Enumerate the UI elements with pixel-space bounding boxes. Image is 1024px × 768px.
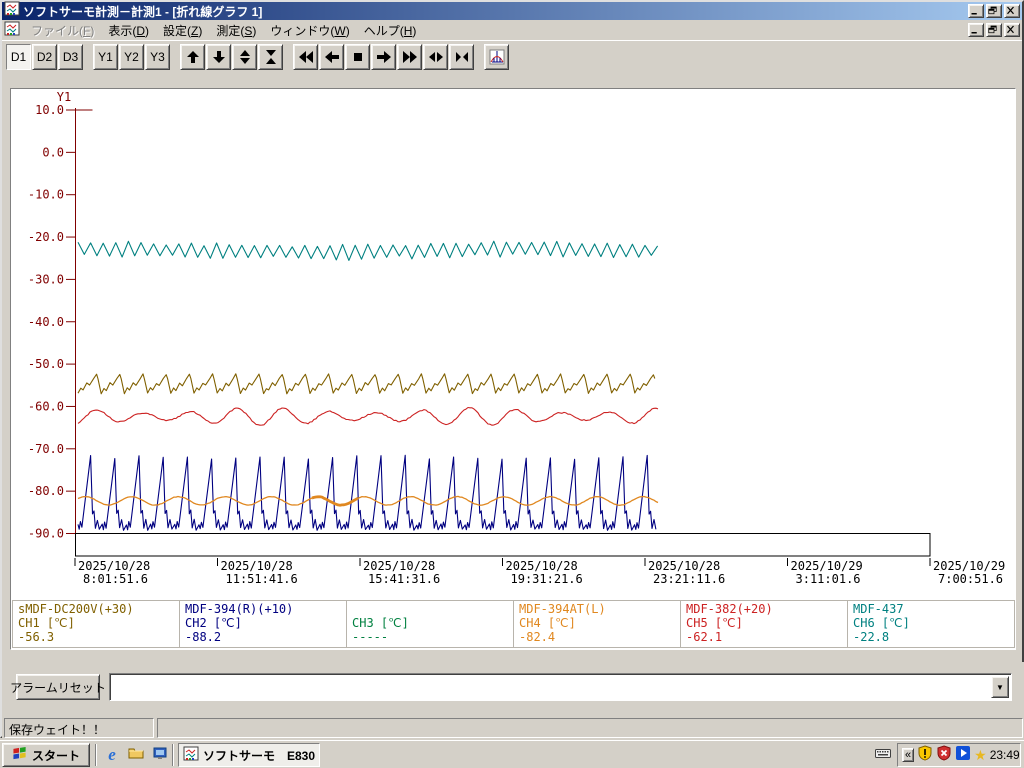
system-tray: « ★ 23:49 bbox=[897, 743, 1021, 767]
task-button-label: ソフトサーモ E830 bbox=[203, 747, 315, 764]
toolbar-button-fast-forward[interactable] bbox=[397, 44, 422, 70]
step-back-icon bbox=[324, 49, 340, 65]
toolbar-button-d2[interactable]: D2 bbox=[32, 44, 57, 70]
internet-explorer-icon[interactable]: e bbox=[102, 745, 122, 765]
arrow-down-icon bbox=[211, 49, 227, 65]
app-window: ソフトサーモ計測－計測1 - [折れ線グラフ 1] ファイル(F)表示(D)設定… bbox=[0, 0, 1024, 738]
status-message: 保存ウェイト！！ bbox=[4, 718, 154, 738]
toolbar-button-graph[interactable] bbox=[484, 44, 509, 70]
combo-dropdown-arrow-icon[interactable]: ▼ bbox=[991, 676, 1009, 698]
menu-item-3[interactable]: 測定(S) bbox=[209, 22, 263, 40]
keyboard-icon[interactable] bbox=[874, 745, 892, 766]
legend-ch2: MDF-394(R)(+10)CH2 [℃]-88.2 bbox=[179, 600, 347, 648]
toolbar-button-step-back[interactable] bbox=[319, 44, 344, 70]
tray-chevron-icon[interactable]: « bbox=[902, 748, 914, 762]
expand-vertical-icon bbox=[237, 49, 253, 65]
tray-clock: 23:49 bbox=[990, 748, 1020, 762]
rewind-icon bbox=[298, 49, 314, 65]
desktop: ソフトサーモ計測－計測1 - [折れ線グラフ 1] ファイル(F)表示(D)設定… bbox=[0, 0, 1024, 768]
line-chart-panel bbox=[10, 88, 1016, 650]
toolbar: D1D2D3 Y1Y2Y3 bbox=[2, 40, 1022, 72]
menu-item-5[interactable]: ヘルプ(H) bbox=[357, 22, 424, 40]
task-button-softthermo[interactable]: ソフトサーモ E830 bbox=[178, 743, 320, 767]
toolbar-button-collapse-horizontal[interactable] bbox=[449, 44, 474, 70]
star-icon[interactable]: ★ bbox=[974, 747, 987, 764]
mdi-restore-icon[interactable] bbox=[986, 23, 1002, 37]
app-icon bbox=[4, 1, 20, 22]
toolbar-button-d1[interactable]: D1 bbox=[6, 44, 31, 70]
expand-horizontal-icon bbox=[428, 49, 444, 65]
toolbar-button-arrow-down[interactable] bbox=[206, 44, 231, 70]
legend-ch1: sMDF-DC200V(+30)CH1 [℃]-56.3 bbox=[12, 600, 180, 648]
toolbar-button-y2[interactable]: Y2 bbox=[119, 44, 144, 70]
toolbar-button-stop[interactable] bbox=[345, 44, 370, 70]
mdi-minimize-icon[interactable] bbox=[968, 23, 984, 37]
start-button-label: スタート bbox=[32, 747, 80, 764]
toolbar-button-rewind[interactable] bbox=[293, 44, 318, 70]
alarm-combobox[interactable]: ▼ bbox=[109, 673, 1012, 701]
mdi-child-icon[interactable] bbox=[4, 21, 20, 40]
toolbar-button-d3[interactable]: D3 bbox=[58, 44, 83, 70]
legend-ch5: MDF-382(+20)CH5 [℃]-62.1 bbox=[680, 600, 848, 648]
toolbar-button-y3[interactable]: Y3 bbox=[145, 44, 170, 70]
menu-item-4[interactable]: ウィンドウ(W) bbox=[263, 22, 356, 40]
shield-warning-icon[interactable] bbox=[917, 745, 933, 766]
step-forward-icon bbox=[376, 49, 392, 65]
window-title: ソフトサーモ計測－計測1 - [折れ線グラフ 1] bbox=[23, 3, 262, 20]
show-desktop-icon[interactable] bbox=[150, 745, 170, 765]
arrow-up-icon bbox=[185, 49, 201, 65]
menu-bar: ファイル(F)表示(D)設定(Z)測定(S)ウィンドウ(W)ヘルプ(H) bbox=[2, 20, 1022, 40]
windows-logo-icon bbox=[12, 746, 28, 764]
toolbar-button-step-forward[interactable] bbox=[371, 44, 396, 70]
minimize-icon[interactable] bbox=[968, 4, 984, 18]
shield-error-icon[interactable] bbox=[936, 745, 952, 766]
stop-icon bbox=[350, 49, 366, 65]
legend-ch3: CH3 [℃]----- bbox=[346, 600, 514, 648]
menu-item-0: ファイル(F) bbox=[24, 22, 101, 40]
alarm-row: アラームリセット ▼ bbox=[2, 662, 1024, 715]
folder-icon bbox=[128, 745, 144, 766]
toolbar-button-y1[interactable]: Y1 bbox=[93, 44, 118, 70]
toolbar-button-expand-vertical[interactable] bbox=[232, 44, 257, 70]
menu-item-1[interactable]: 表示(D) bbox=[101, 22, 156, 40]
taskbar-divider bbox=[95, 744, 97, 766]
status-panel-right bbox=[157, 718, 1023, 738]
taskbar-divider bbox=[172, 744, 174, 766]
keyboard-icon bbox=[874, 748, 892, 765]
legend-ch6: MDF-437CH6 [℃]-22.8 bbox=[847, 600, 1015, 648]
toolbar-button-collapse-vertical[interactable] bbox=[258, 44, 283, 70]
legend-ch4: MDF-394AT(L)CH4 [℃]-82.4 bbox=[513, 600, 681, 648]
collapse-vertical-icon bbox=[263, 49, 279, 65]
mdi-close-icon[interactable] bbox=[1004, 23, 1020, 37]
folder-icon[interactable] bbox=[126, 745, 146, 765]
taskbar: スタート e ソフトサーモ E830 « ★ 23:49 bbox=[0, 740, 1024, 768]
toolbar-button-arrow-up[interactable] bbox=[180, 44, 205, 70]
desktop-icon bbox=[152, 745, 168, 766]
collapse-horizontal-icon bbox=[454, 49, 470, 65]
alarm-reset-button[interactable]: アラームリセット bbox=[16, 674, 100, 700]
restore-icon[interactable] bbox=[986, 4, 1002, 18]
play-badge-icon[interactable] bbox=[955, 745, 971, 766]
title-bar: ソフトサーモ計測－計測1 - [折れ線グラフ 1] bbox=[2, 2, 1022, 20]
alarm-combobox-value bbox=[113, 677, 989, 697]
menu-item-2[interactable]: 設定(Z) bbox=[156, 22, 209, 40]
app-icon bbox=[183, 746, 199, 765]
toolbar-button-expand-horizontal[interactable] bbox=[423, 44, 448, 70]
start-button[interactable]: スタート bbox=[2, 743, 90, 767]
close-icon[interactable] bbox=[1004, 4, 1020, 18]
channel-legend: sMDF-DC200V(+30)CH1 [℃]-56.3MDF-394(R)(+… bbox=[12, 600, 1014, 648]
fast-forward-icon bbox=[402, 49, 418, 65]
graph-icon bbox=[489, 49, 505, 65]
client-area: sMDF-DC200V(+30)CH1 [℃]-56.3MDF-394(R)(+… bbox=[2, 73, 1022, 715]
status-bar: 保存ウェイト！！ bbox=[2, 715, 1024, 740]
